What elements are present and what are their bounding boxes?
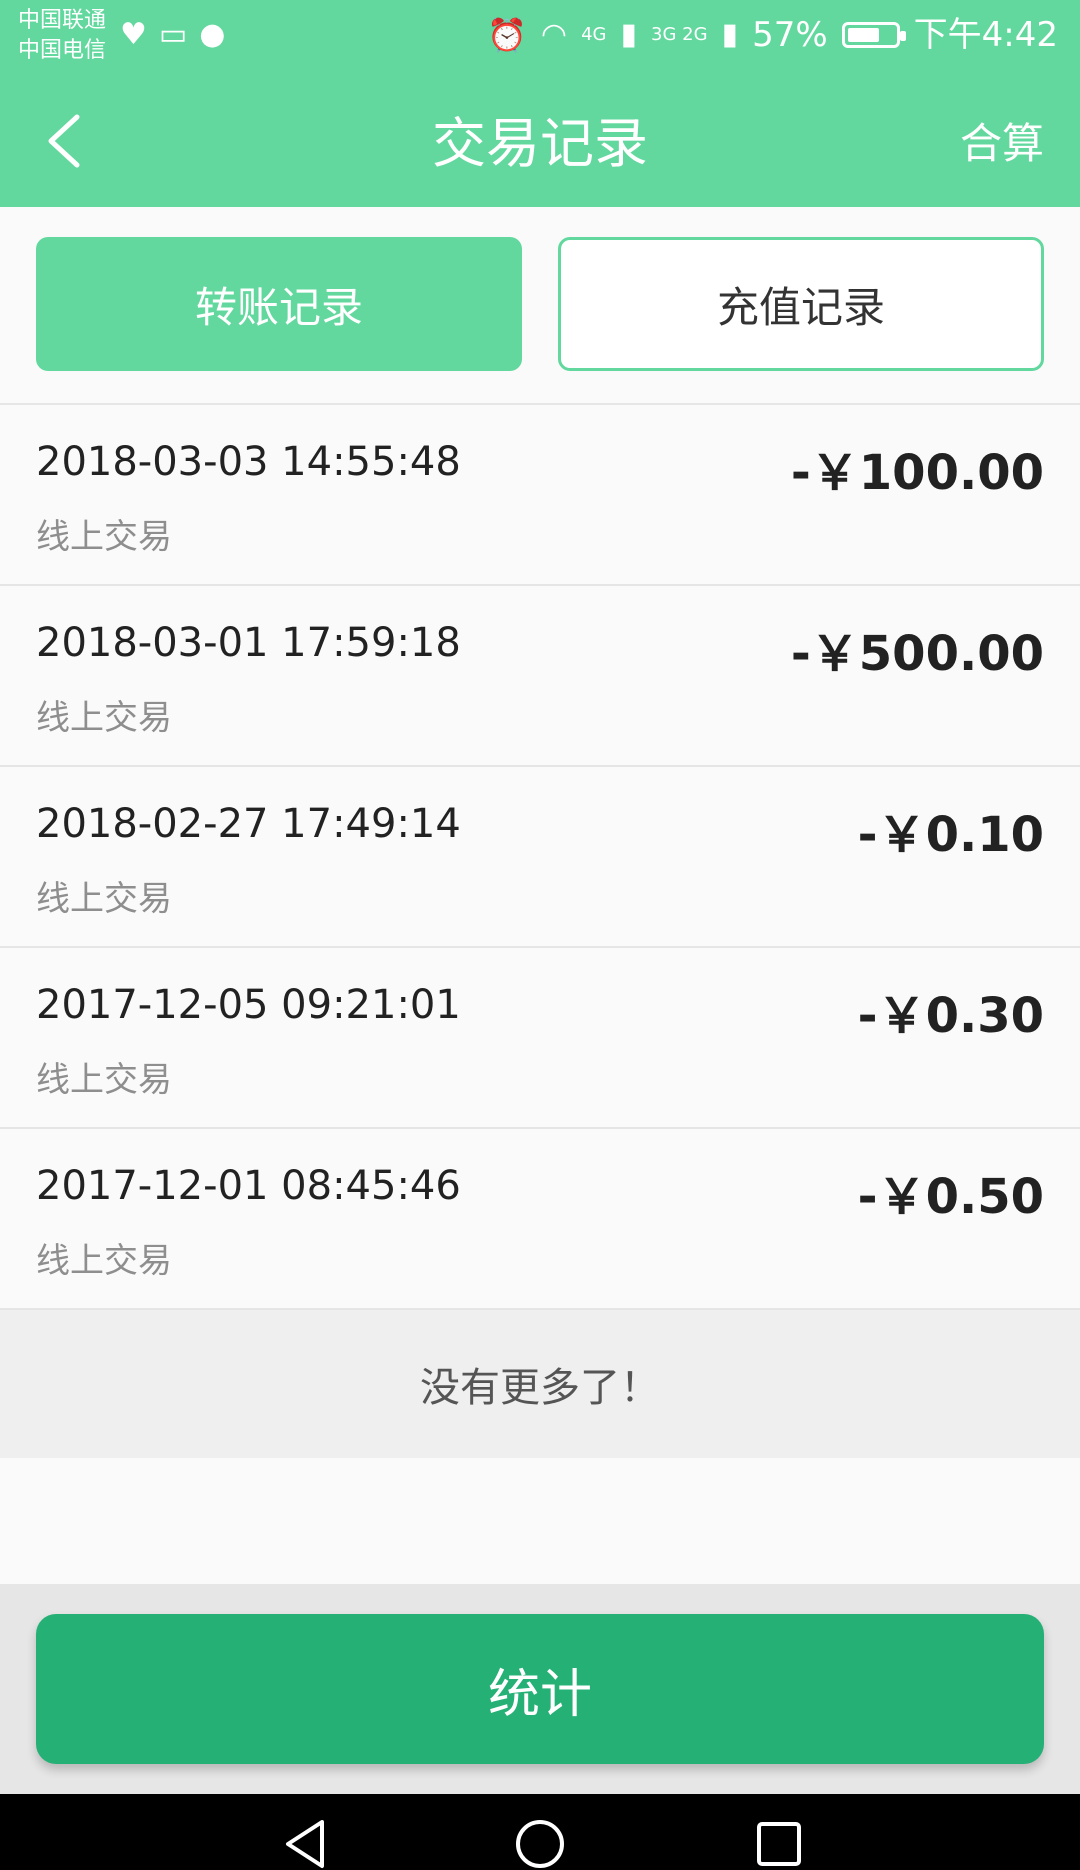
statistics-button[interactable]: 统计 xyxy=(36,1614,1044,1764)
transaction-row[interactable]: 2017-12-01 08:45:46 线上交易 -￥0.50 xyxy=(0,1129,1080,1310)
transaction-amount: -￥500.00 xyxy=(790,626,1044,682)
transaction-type: 线上交易 xyxy=(36,698,172,738)
status-bar: 中国联通 中国电信 ♥ ▭ ● ⏰ ◠ 4G ▮ 3G 2G ▮ 57% 下午4… xyxy=(0,0,1080,78)
transaction-datetime: 2018-02-27 17:49:14 xyxy=(36,801,461,847)
wifi-icon: ◠ xyxy=(540,17,568,52)
transaction-amount: -￥0.10 xyxy=(857,807,1044,863)
record-tabs: 转账记录 充值记录 xyxy=(0,207,1080,405)
battery-percent: 57% xyxy=(752,15,828,55)
transaction-row[interactable]: 2018-03-03 14:55:48 线上交易 -￥100.00 xyxy=(0,405,1080,586)
transaction-type: 线上交易 xyxy=(36,1060,172,1100)
signal-icon: ▮ xyxy=(620,17,638,52)
transaction-list: 2018-03-03 14:55:48 线上交易 -￥100.00 2018-0… xyxy=(0,405,1080,1310)
triangle-back-icon[interactable] xyxy=(270,1808,340,1870)
notification-icons: ♥ ▭ ● xyxy=(120,18,225,52)
tab-transfer-records[interactable]: 转账记录 xyxy=(36,237,522,371)
battery-icon xyxy=(841,22,906,48)
merge-button[interactable]: 合算 xyxy=(960,116,1044,172)
transaction-datetime: 2017-12-05 09:21:01 xyxy=(36,982,461,1028)
transaction-row[interactable]: 2018-02-27 17:49:14 线上交易 -￥0.10 xyxy=(0,767,1080,948)
circle-home-icon[interactable] xyxy=(505,1808,575,1870)
app-bar: 交易记录 合算 xyxy=(0,78,1080,207)
status-right: ⏰ ◠ 4G ▮ 3G 2G ▮ 57% 下午4:42 xyxy=(487,12,1058,58)
heart-rate-icon: ♥ xyxy=(120,17,147,52)
transaction-row[interactable]: 2018-03-01 17:59:18 线上交易 -￥500.00 xyxy=(0,586,1080,767)
no-more-text: 没有更多了！ xyxy=(0,1310,1080,1458)
network-4g: 4G xyxy=(581,24,607,45)
clock: 下午4:42 xyxy=(913,15,1058,55)
alarm-icon: ⏰ xyxy=(487,16,527,54)
transaction-amount: -￥0.30 xyxy=(857,988,1044,1044)
bottom-action-area: 统计 xyxy=(0,1584,1080,1794)
briefcase-icon: ▭ xyxy=(158,17,188,52)
carrier-labels: 中国联通 中国电信 xyxy=(18,6,106,66)
transaction-datetime: 2017-12-01 08:45:46 xyxy=(36,1163,461,1209)
network-3g2g: 3G 2G xyxy=(651,24,708,45)
transaction-type: 线上交易 xyxy=(36,1241,172,1281)
carrier-2: 中国电信 xyxy=(18,38,107,63)
system-nav-bar xyxy=(0,1794,1080,1870)
transaction-type: 线上交易 xyxy=(36,517,172,557)
transaction-row[interactable]: 2017-12-05 09:21:01 线上交易 -￥0.30 xyxy=(0,948,1080,1129)
transaction-type: 线上交易 xyxy=(36,879,172,919)
carrier-1: 中国联通 xyxy=(18,8,107,33)
signal-icon-2: ▮ xyxy=(721,17,739,52)
transaction-amount: -￥0.50 xyxy=(857,1169,1044,1225)
tab-recharge-records[interactable]: 充值记录 xyxy=(558,237,1044,371)
transaction-amount: -￥100.00 xyxy=(790,445,1044,501)
wechat-icon: ● xyxy=(199,17,226,52)
transaction-datetime: 2018-03-01 17:59:18 xyxy=(36,620,461,666)
square-recent-icon[interactable] xyxy=(745,1808,815,1870)
transaction-datetime: 2018-03-03 14:55:48 xyxy=(36,439,461,485)
page-title: 交易记录 xyxy=(432,112,648,175)
